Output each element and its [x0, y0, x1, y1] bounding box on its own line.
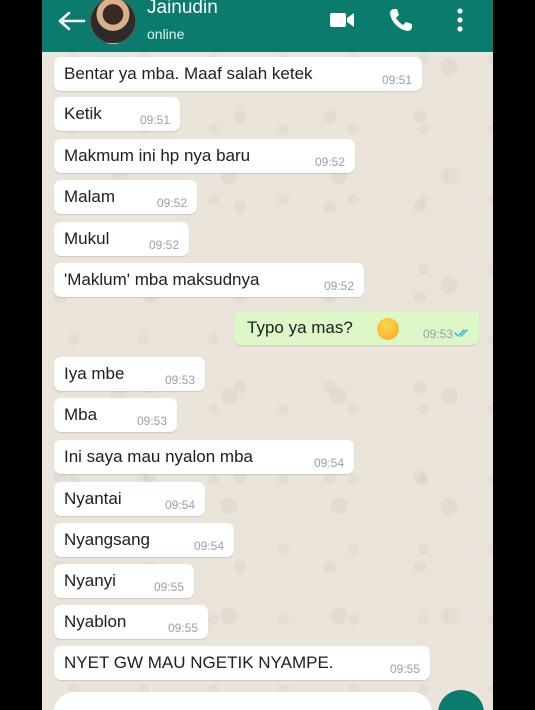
message-bubble[interactable]: Bentar ya mba. Maaf salah ketek 09:51	[54, 57, 422, 91]
message-bubble[interactable]: Nyanyi 09:55	[54, 564, 194, 598]
message-time: 09:52	[323, 279, 354, 293]
message-time: 09:53	[422, 327, 453, 341]
message-bubble[interactable]: Iya mbe 09:53	[54, 357, 205, 391]
message-time: 09:52	[156, 196, 187, 210]
message-text: NYET GW MAU NGETIK NYAMPE.	[64, 653, 334, 672]
message-time: 09:55	[167, 621, 198, 635]
message-text: Nyantai	[64, 489, 122, 508]
message-text: Nyablon	[64, 612, 127, 631]
message-text: Ketik	[64, 104, 102, 123]
message-bubble[interactable]: Makmum ini hp nya baru 09:52	[54, 139, 355, 173]
contact-avatar[interactable]	[90, 0, 136, 44]
back-arrow-icon[interactable]	[56, 10, 86, 32]
message-bubble-outgoing[interactable]: Typo ya mas? 09:53	[234, 311, 479, 345]
message-bubble[interactable]: Nyablon 09:55	[54, 605, 208, 639]
message-time: 09:53	[164, 373, 195, 387]
voice-call-icon[interactable]	[388, 7, 414, 33]
chat-screen: Jainudin online Bentar ya mba. Maaf sala…	[42, 0, 493, 710]
contact-status: online	[147, 26, 185, 42]
message-bubble[interactable]: 'Maklum' mba maksudnya 09:52	[54, 263, 364, 297]
message-text: Makmum ini hp nya baru	[64, 146, 251, 165]
message-bubble[interactable]: Ini saya mau nyalon mba 09:54	[54, 440, 354, 474]
grinning-sweat-emoji-icon	[377, 318, 399, 340]
message-time: 09:55	[153, 580, 184, 594]
message-text: Malam	[64, 187, 116, 206]
message-bubble[interactable]: Mba 09:53	[54, 398, 177, 432]
message-text: Ini saya mau nyalon mba	[64, 447, 253, 466]
chat-header: Jainudin online	[42, 0, 493, 52]
message-text: 'Maklum' mba maksudnya	[64, 270, 260, 289]
message-bubble[interactable]: Malam 09:52	[54, 180, 197, 214]
contact-name[interactable]: Jainudin	[147, 0, 218, 19]
message-time: 09:51	[139, 113, 170, 127]
video-call-icon[interactable]	[329, 11, 355, 29]
read-ticks-icon	[454, 329, 468, 338]
message-time: 09:54	[313, 456, 344, 470]
message-time: 09:52	[314, 155, 345, 169]
message-time: 09:55	[389, 662, 420, 676]
message-text: Typo ya mas?	[247, 318, 353, 337]
message-time: 09:53	[136, 414, 167, 428]
message-bubble[interactable]: Ketik 09:51	[54, 97, 180, 131]
message-text: Mba	[64, 405, 98, 424]
message-bubble[interactable]: Nyantai 09:54	[54, 482, 205, 516]
message-time: 09:52	[148, 238, 179, 252]
message-text: Bentar ya mba. Maaf salah ketek	[64, 64, 313, 83]
message-time: 09:54	[193, 539, 224, 553]
message-time: 09:51	[381, 73, 412, 87]
message-bubble[interactable]: Nyangsang 09:54	[54, 523, 234, 557]
message-text: Mukul	[64, 229, 110, 248]
message-text: Nyangsang	[64, 530, 151, 549]
message-bubble[interactable]: Mukul 09:52	[54, 222, 189, 256]
message-time: 09:54	[164, 498, 195, 512]
message-text: Nyanyi	[64, 571, 116, 590]
message-input[interactable]	[54, 692, 432, 710]
message-text: Iya mbe	[64, 364, 125, 383]
more-options-icon[interactable]	[452, 7, 468, 33]
message-bubble[interactable]: NYET GW MAU NGETIK NYAMPE. 09:55	[54, 646, 430, 680]
